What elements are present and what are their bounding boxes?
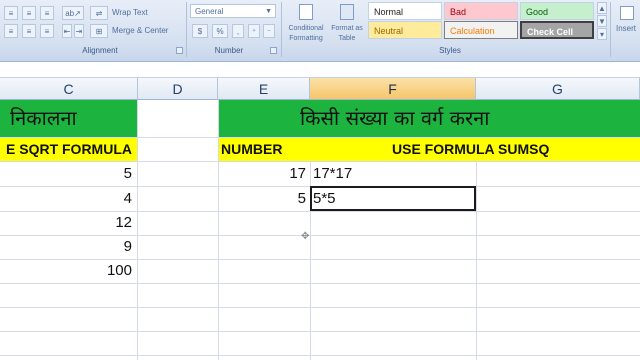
- cell-c-subheader: E SQRT FORMULA: [6, 141, 132, 157]
- comma-symbol: ,: [236, 26, 240, 36]
- style-bad[interactable]: Bad: [444, 2, 518, 20]
- number-group-label: Number: [214, 46, 244, 55]
- align-center-button[interactable]: ≡: [22, 24, 36, 38]
- ribbon-separator: [610, 2, 611, 57]
- column-header-c[interactable]: C: [0, 78, 138, 100]
- grid-line: [137, 100, 138, 360]
- format-as-table-button[interactable]: Format as Table: [330, 2, 364, 44]
- insert-icon: [620, 6, 634, 20]
- grid-line: [0, 331, 640, 332]
- alignment-dialog-launcher[interactable]: [176, 47, 183, 54]
- align-left-button[interactable]: ≡: [4, 24, 18, 38]
- ribbon-separator: [186, 2, 187, 57]
- number-dialog-launcher[interactable]: [270, 47, 277, 54]
- number-format-value: General: [195, 6, 224, 16]
- align-bottom-button[interactable]: ≡: [40, 6, 54, 20]
- column-header-d[interactable]: D: [138, 78, 218, 100]
- conditional-formatting-label: Conditional Formatting: [288, 25, 324, 42]
- decrease-indent-button[interactable]: ⇤: [62, 24, 72, 38]
- cell-e-subheader: NUMBER: [221, 141, 283, 157]
- ribbon: ≡ ≡ ≡ ab↗ ⇌ Wrap Text ≡ ≡ ≡ ⇤ ⇥ ⊞ Merge …: [0, 0, 640, 62]
- wrap-text-label[interactable]: Wrap Text: [112, 8, 148, 18]
- style-neutral[interactable]: Neutral: [368, 21, 442, 39]
- cell-e-hindi-heading: किसी संख्या का वर्ग करना: [300, 106, 490, 130]
- cell-e-value: 5: [297, 190, 306, 207]
- chevron-down-icon: ▼: [265, 7, 272, 15]
- number-format-dropdown[interactable]: General ▼: [190, 4, 276, 18]
- conditional-formatting-button[interactable]: Conditional Formatting: [286, 2, 326, 44]
- cell-e-value: 17: [289, 165, 306, 182]
- cell-c-value: 9: [123, 238, 132, 255]
- alignment-group-label: Alignment: [82, 46, 118, 55]
- percent-button[interactable]: %: [212, 24, 228, 38]
- styles-group-label: Styles: [439, 46, 461, 55]
- format-as-table-icon: [340, 4, 354, 20]
- merge-center-label[interactable]: Merge & Center: [112, 26, 168, 36]
- column-header-g[interactable]: G: [476, 78, 640, 100]
- column-header-f[interactable]: F: [310, 78, 476, 100]
- grid-line: [0, 355, 640, 356]
- align-right-button[interactable]: ≡: [40, 24, 54, 38]
- grid-line: [0, 307, 640, 308]
- cell-c-value: 100: [106, 262, 132, 279]
- style-good[interactable]: Good: [520, 2, 594, 20]
- styles-more-icon[interactable]: ▾: [597, 28, 607, 40]
- increase-indent-button[interactable]: ⇥: [74, 24, 84, 38]
- wrap-text-icon[interactable]: ⇌: [90, 6, 108, 20]
- align-middle-button[interactable]: ≡: [22, 6, 36, 20]
- styles-scroll-up-icon[interactable]: ▲: [597, 2, 607, 14]
- increase-decimal-button[interactable]: ⁺: [248, 24, 260, 38]
- cell-c-value: 5: [123, 165, 132, 182]
- merge-center-icon[interactable]: ⊞: [90, 24, 108, 38]
- grid-line: [0, 283, 640, 284]
- cell-c-hindi-heading: निकालना: [10, 106, 77, 130]
- column-header-e[interactable]: E: [218, 78, 310, 100]
- comma-button[interactable]: ,: [232, 24, 244, 38]
- currency-button[interactable]: $: [192, 24, 208, 38]
- style-check-cell[interactable]: Check Cell: [520, 21, 594, 39]
- cell-c-value: 12: [115, 214, 132, 231]
- currency-symbol: $: [197, 26, 203, 36]
- orientation-button[interactable]: ab↗: [62, 6, 84, 20]
- mouse-cursor-icon: ✥: [301, 231, 310, 242]
- style-normal[interactable]: Normal: [368, 2, 442, 20]
- cell-f-subheader: USE FORMULA SUMSQ: [392, 141, 550, 157]
- cell-f-formula[interactable]: 17*17: [313, 162, 352, 186]
- active-cell-selection[interactable]: [310, 186, 476, 211]
- align-top-button[interactable]: ≡: [4, 6, 18, 20]
- insert-label: Insert: [616, 24, 637, 33]
- decrease-decimal-button[interactable]: ⁻: [263, 24, 275, 38]
- conditional-formatting-icon: [299, 4, 313, 20]
- style-calculation[interactable]: Calculation: [444, 21, 518, 39]
- format-as-table-label: Format as Table: [331, 25, 363, 42]
- styles-scroll-down-icon[interactable]: ▼: [597, 15, 607, 27]
- worksheet-grid[interactable]: निकालना किसी संख्या का वर्ग करना E SQRT …: [0, 100, 640, 360]
- ribbon-separator: [281, 2, 282, 57]
- grid-line: [218, 100, 219, 360]
- percent-symbol: %: [216, 26, 224, 36]
- cell-c-value: 4: [123, 190, 132, 207]
- formula-bar[interactable]: [0, 62, 640, 78]
- insert-button[interactable]: Insert: [614, 2, 640, 44]
